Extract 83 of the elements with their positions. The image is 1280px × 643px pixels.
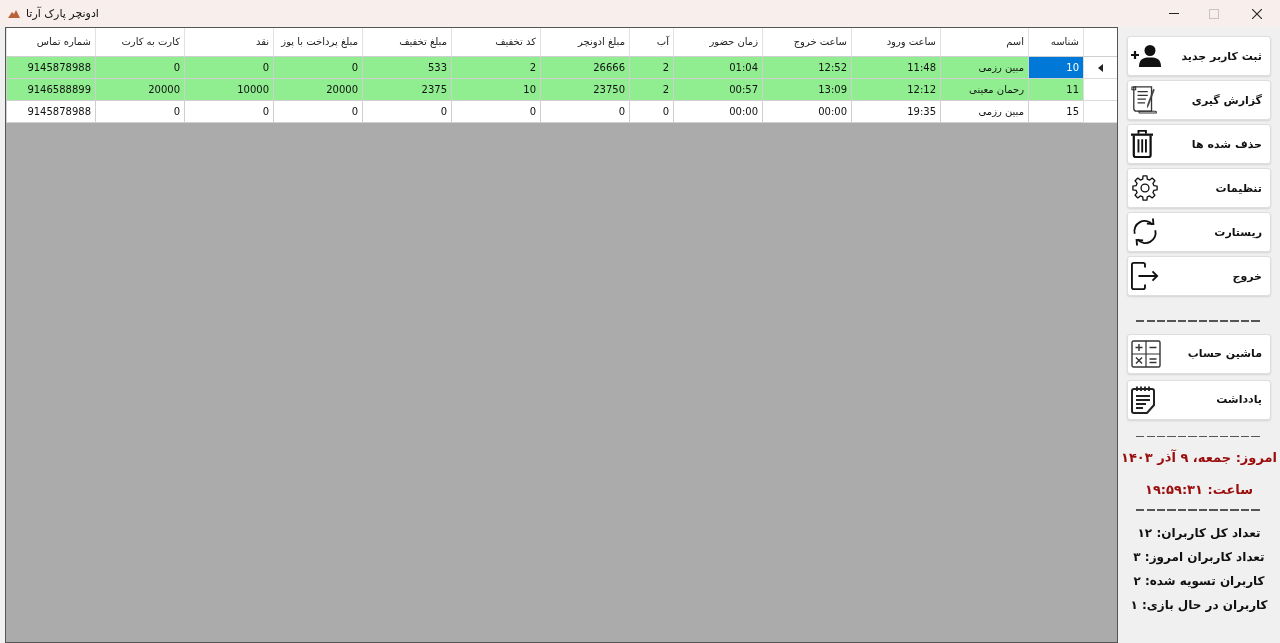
column-header[interactable]: مبلغ پرداخت با پوز	[273, 28, 363, 57]
table-cell[interactable]: 00:57	[673, 78, 763, 101]
clock-text: ساعت: ۱۹:۵۹:۳۱	[1144, 481, 1253, 499]
date-text: امروز: جمعه، ۹ آذر ۱۴۰۳	[1121, 449, 1277, 467]
table-cell[interactable]: 0	[629, 100, 674, 123]
table-cell[interactable]: 2	[629, 78, 674, 101]
table-cell[interactable]: 12:12	[851, 78, 941, 101]
table-cell[interactable]: 10	[451, 78, 541, 101]
add-user-icon	[1131, 42, 1161, 70]
stat-text: کاربران در حال بازی: ۱	[1130, 596, 1268, 614]
column-header[interactable]: کد تخفیف	[451, 28, 541, 57]
stat-text: کاربران تسویه شده: ۲	[1133, 572, 1265, 591]
sidebar-button[interactable]: ماشین حساب	[1127, 333, 1271, 374]
column-header[interactable]: ساعت خروج	[762, 28, 852, 57]
sidebar-button[interactable]: تنظیمات	[1127, 168, 1271, 208]
gear-icon	[1131, 174, 1159, 202]
table-cell[interactable]: 0	[451, 100, 541, 123]
sidebar-button[interactable]: ثبت کاربر جدید	[1127, 36, 1271, 76]
table-cell[interactable]: مبین رزمی	[940, 56, 1029, 79]
row-header-cell[interactable]	[1083, 56, 1117, 79]
column-header[interactable]: آب	[629, 28, 674, 57]
mountain-icon	[8, 9, 20, 18]
table-cell[interactable]: 20000	[95, 78, 185, 101]
table-cell[interactable]: 10	[1028, 56, 1084, 79]
table-cell[interactable]: 0	[273, 100, 363, 123]
table-cell[interactable]: 2	[629, 56, 674, 79]
sidebar-button[interactable]: ریستارت	[1127, 212, 1271, 252]
table-cell[interactable]: 0	[362, 100, 452, 123]
document-pen-icon	[1131, 86, 1158, 114]
table-cell[interactable]: 26666	[540, 56, 630, 79]
table-cell[interactable]: 0	[540, 100, 630, 123]
sidebar-button[interactable]: خروج	[1127, 256, 1271, 296]
table-cell[interactable]: 20000	[273, 78, 363, 101]
table-cell[interactable]: 23750	[540, 78, 630, 101]
sidebar-button[interactable]: حذف شده ها	[1127, 124, 1271, 164]
column-header[interactable]: زمان حضور	[673, 28, 763, 57]
table-cell[interactable]: 00:00	[762, 100, 852, 123]
sidebar-button[interactable]: گزارش گیری	[1127, 80, 1271, 120]
trash-icon	[1131, 130, 1154, 158]
row-header-cell[interactable]	[1083, 100, 1117, 123]
table-cell[interactable]: 0	[95, 100, 185, 123]
table-cell[interactable]: 0	[184, 100, 274, 123]
exit-icon	[1131, 262, 1159, 290]
column-header[interactable]: مبلغ تخفیف	[362, 28, 452, 57]
column-header[interactable]: ساعت ورود	[851, 28, 941, 57]
table-cell[interactable]: 2	[451, 56, 541, 79]
close-icon	[1252, 8, 1262, 19]
column-header[interactable]: شماره تماس	[6, 28, 96, 57]
table-cell[interactable]: مبین رزمی	[940, 100, 1029, 123]
refresh-icon	[1131, 218, 1159, 246]
table-cell[interactable]: 0	[95, 56, 185, 79]
column-header[interactable]: شناسه	[1028, 28, 1084, 57]
table-cell[interactable]: 15	[1028, 100, 1084, 123]
table-cell[interactable]: 00:00	[673, 100, 763, 123]
calculator-icon	[1131, 339, 1161, 368]
row-header-cell[interactable]	[1083, 78, 1117, 101]
column-header[interactable]: اسم	[940, 28, 1029, 57]
table-cell[interactable]: رحمان معینی	[940, 78, 1029, 101]
stat-text: تعداد کاربران امروز: ۳	[1133, 548, 1265, 567]
current-row-icon	[1098, 63, 1103, 72]
table-cell[interactable]: 10000	[184, 78, 274, 101]
window-title: ادونچر پارک آرتا	[26, 7, 99, 20]
table-cell[interactable]: 11	[1028, 78, 1084, 101]
table-cell[interactable]: 19:35	[851, 100, 941, 123]
table-cell[interactable]: 9145878988	[6, 56, 96, 79]
table-cell[interactable]: 9146588899	[6, 78, 96, 101]
table-cell[interactable]: 12:52	[762, 56, 852, 79]
stat-text: تعداد کل کاربران: ۱۲	[1137, 524, 1261, 542]
table-cell[interactable]: 0	[273, 56, 363, 79]
minimize-icon	[1169, 13, 1179, 14]
table-cell[interactable]: 2375	[362, 78, 452, 101]
column-header[interactable]: مبلغ ادونچر	[540, 28, 630, 57]
table-cell[interactable]: 11:48	[851, 56, 941, 79]
header-corner-cell	[1083, 28, 1117, 57]
table-cell[interactable]: 9145878988	[6, 100, 96, 123]
column-header[interactable]: نقد	[184, 28, 274, 57]
table-cell[interactable]: 01:04	[673, 56, 763, 79]
column-header[interactable]: کارت به کارت	[95, 28, 185, 57]
notepad-icon	[1131, 385, 1155, 414]
table-cell[interactable]: 13:09	[762, 78, 852, 101]
table-cell[interactable]: 533	[362, 56, 452, 79]
sidebar-button[interactable]: یادداشت	[1127, 379, 1271, 420]
table-cell[interactable]: 0	[184, 56, 274, 79]
